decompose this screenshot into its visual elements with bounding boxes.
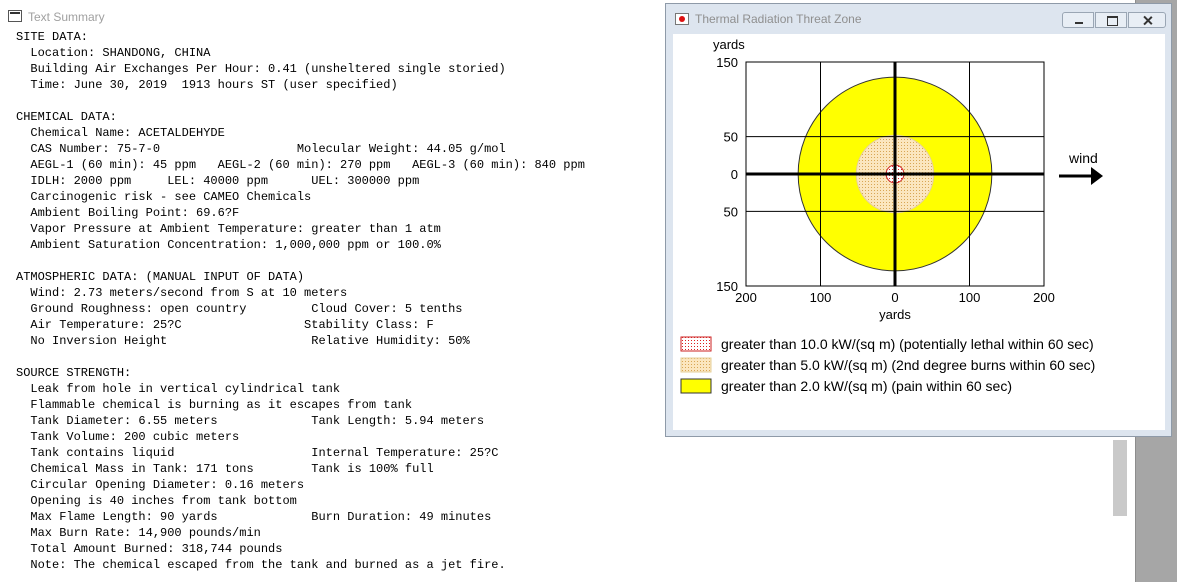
summary-line: AEGL-1 (60 min): 45 ppm AEGL-2 (60 min):… [16,158,585,172]
summary-line: Note: The chemical escaped from the tank… [16,558,506,572]
summary-line: IDLH: 2000 ppm LEL: 40000 ppm UEL: 30000… [16,174,420,188]
summary-line: CHEMICAL DATA: [16,110,117,124]
text-summary-content: SITE DATA: Location: SHANDONG, CHINA Bui… [16,29,585,573]
x-tick-label: 200 [735,290,757,305]
summary-line: Ambient Boiling Point: 69.6?F [16,206,240,220]
x-tick-label: 200 [1033,290,1055,305]
summary-line: Tank Volume: 200 cubic meters [16,430,240,444]
summary-line: Circular Opening Diameter: 0.16 meters [16,478,305,492]
x-axis-label: yards [879,307,911,322]
threat-zone-titlebar[interactable]: Thermal Radiation Threat Zone [666,4,1171,34]
summary-line: Ground Roughness: open country Cloud Cov… [16,302,463,316]
summary-line: SITE DATA: [16,30,89,44]
legend-swatch-red [680,336,712,352]
summary-line: Vapor Pressure at Ambient Temperature: g… [16,222,441,236]
threat-zone-client: 200 100 0 100 200 150 50 0 50 150 yards yards wind gr… [673,34,1165,430]
minimize-button[interactable] [1062,12,1094,28]
window-title: Thermal Radiation Threat Zone [695,12,862,26]
summary-line: Building Air Exchanges Per Hour: 0.41 (u… [16,62,506,76]
y-axis-label: yards [713,37,745,52]
legend-swatch-orange [680,357,712,373]
legend-label-red: greater than 10.0 kW/(sq m) (potentially… [721,336,1094,352]
summary-line: Tank Diameter: 6.55 meters Tank Length: … [16,414,485,428]
x-tick-label: 100 [959,290,981,305]
summary-line: Time: June 30, 2019 1913 hours ST (user … [16,78,398,92]
summary-line: Location: SHANDONG, CHINA [16,46,211,60]
summary-line: Chemical Mass in Tank: 171 tons Tank is … [16,462,434,476]
summary-line: ATMOSPHERIC DATA: (MANUAL INPUT OF DATA) [16,270,305,284]
y-tick-label: 0 [731,167,738,182]
legend-label-yellow: greater than 2.0 kW/(sq m) (pain within … [721,378,1012,394]
wind-label: wind [1068,150,1098,166]
x-tick-label: 100 [810,290,832,305]
summary-line: Total Amount Burned: 318,744 pounds [16,542,283,556]
summary-line: Wind: 2.73 meters/second from S at 10 me… [16,286,348,300]
wind-arrow-head [1091,167,1103,185]
threat-zone-window: Thermal Radiation Threat Zone 200 100 0 100… [665,3,1172,437]
summary-line: No Inversion Height Relative Humidity: 5… [16,334,470,348]
x-tick-label: 0 [891,290,898,305]
summary-line: Flammable chemical is burning as it esca… [16,398,413,412]
y-tick-label: 50 [724,130,738,145]
vertical-scrollbar-thumb[interactable] [1113,440,1127,516]
summary-line: Max Flame Length: 90 yards Burn Duration… [16,510,492,524]
close-button[interactable] [1128,12,1166,28]
y-tick-label: 50 [724,204,738,219]
window-icon [8,10,22,22]
summary-line: Max Burn Rate: 14,900 pounds/min [16,526,261,540]
window-title: Text Summary [28,10,105,24]
summary-line: Tank contains liquid Internal Temperatur… [16,446,499,460]
legend-swatch-yellow [680,378,712,394]
summary-line: CAS Number: 75-7-0 Molecular Weight: 44.… [16,142,506,156]
y-tick-label: 150 [716,279,738,294]
threat-zone-chart: 200 100 0 100 20015050050150yardsyardswindgr… [680,37,1103,394]
summary-line: Leak from hole in vertical cylindrical t… [16,382,341,396]
maximize-button[interactable] [1095,12,1127,28]
summary-line: Opening is 40 inches from tank bottom [16,494,297,508]
legend-label-orange: greater than 5.0 kW/(sq m) (2nd degree b… [721,357,1095,373]
summary-line: Air Temperature: 25?C Stability Class: F [16,318,434,332]
window-icon [675,13,689,25]
summary-line: Chemical Name: ACETALDEHYDE [16,126,225,140]
summary-line: SOURCE STRENGTH: [16,366,132,380]
summary-line: Ambient Saturation Concentration: 1,000,… [16,238,441,252]
summary-line: Carcinogenic risk - see CAMEO Chemicals [16,190,312,204]
y-tick-label: 150 [716,55,738,70]
